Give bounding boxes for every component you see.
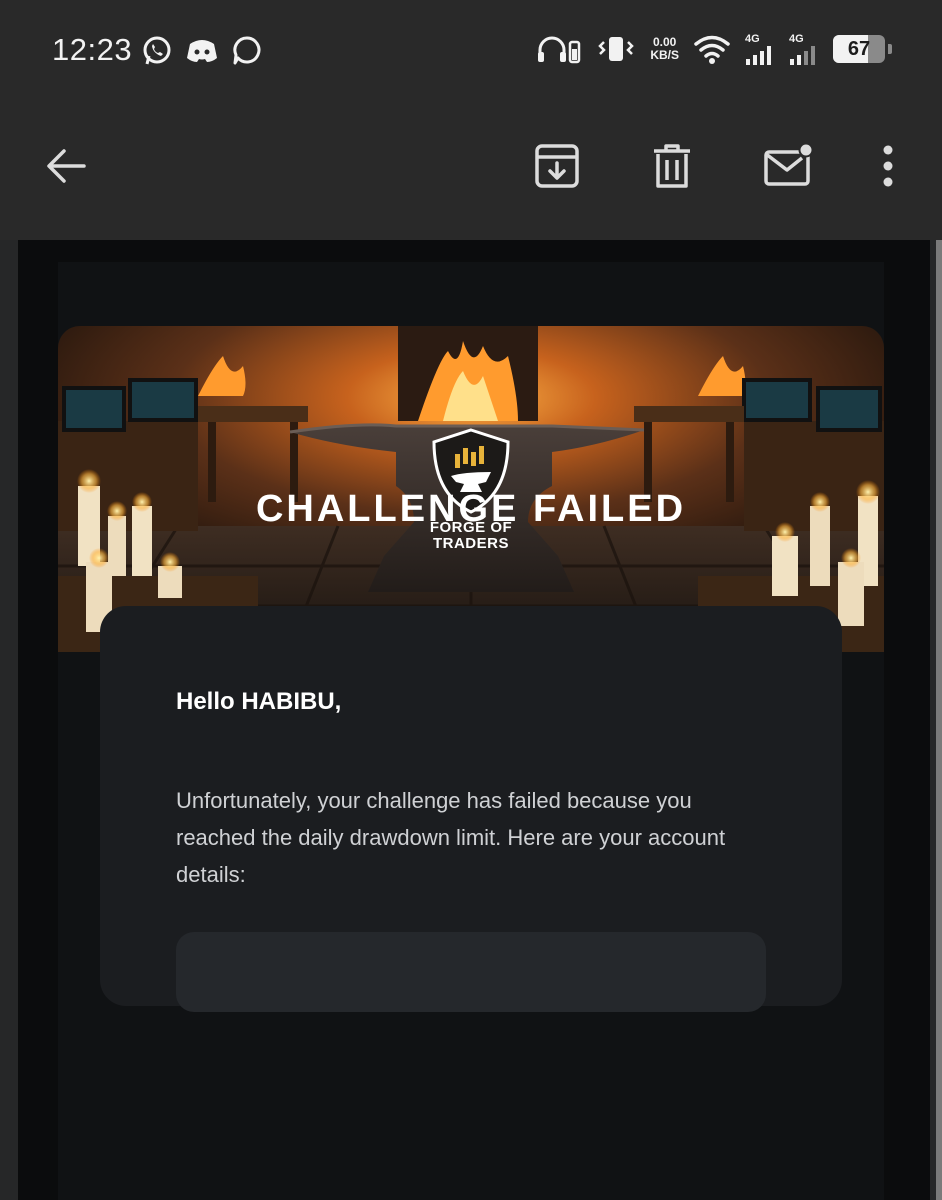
battery-nub: [888, 44, 892, 54]
account-details-box: [176, 932, 766, 1012]
wifi-icon: [694, 35, 730, 64]
signal-1-label: 4G: [745, 32, 760, 45]
mark-unread-icon: [764, 142, 814, 186]
signal-2-label: 4G: [789, 32, 804, 45]
message-body: Unfortunately, your challenge has failed…: [176, 788, 726, 887]
archive-button[interactable]: [529, 138, 585, 194]
email-toolbar: [0, 100, 942, 240]
whatsapp-icon: [143, 36, 171, 65]
scrollbar[interactable]: [936, 240, 942, 1200]
status-time: 12:23: [52, 32, 133, 67]
delete-button[interactable]: [644, 138, 700, 194]
discord-icon: [187, 40, 217, 62]
vibrate-icon: [598, 37, 635, 61]
battery-level: 67: [847, 38, 871, 60]
delete-icon: [654, 144, 690, 188]
email-headline: CHALLENGE FAILED: [255, 488, 687, 530]
network-speed: 0.00 KB/S: [650, 36, 679, 62]
system-indicators: 0.00 KB/S 4G 4G 67: [536, 32, 892, 66]
more-options-button[interactable]: [860, 138, 916, 194]
archive-icon: [535, 144, 579, 188]
headphones-battery-icon: [538, 36, 581, 64]
back-button[interactable]: [38, 138, 94, 194]
greeting: Hello HABIBU,: [176, 688, 342, 715]
network-speed-unit: KB/S: [650, 48, 679, 62]
battery-indicator: 67: [833, 35, 885, 63]
signal-bars-icon: [746, 45, 771, 65]
left-gutter: [0, 240, 18, 1200]
status-bar: 12:23 0.00 KB/S 4G 4G 67: [0, 0, 942, 100]
message-bubble-icon: [233, 36, 261, 65]
notification-icons: [140, 34, 264, 68]
signal-bars-icon: [790, 45, 815, 65]
signal-1: 4G: [745, 32, 775, 65]
more-vert-icon: [883, 145, 893, 187]
mark-unread-button[interactable]: [760, 138, 816, 194]
logo-line-2: TRADERS: [433, 535, 509, 552]
signal-2: 4G: [789, 32, 819, 65]
back-arrow-icon: [47, 149, 86, 183]
